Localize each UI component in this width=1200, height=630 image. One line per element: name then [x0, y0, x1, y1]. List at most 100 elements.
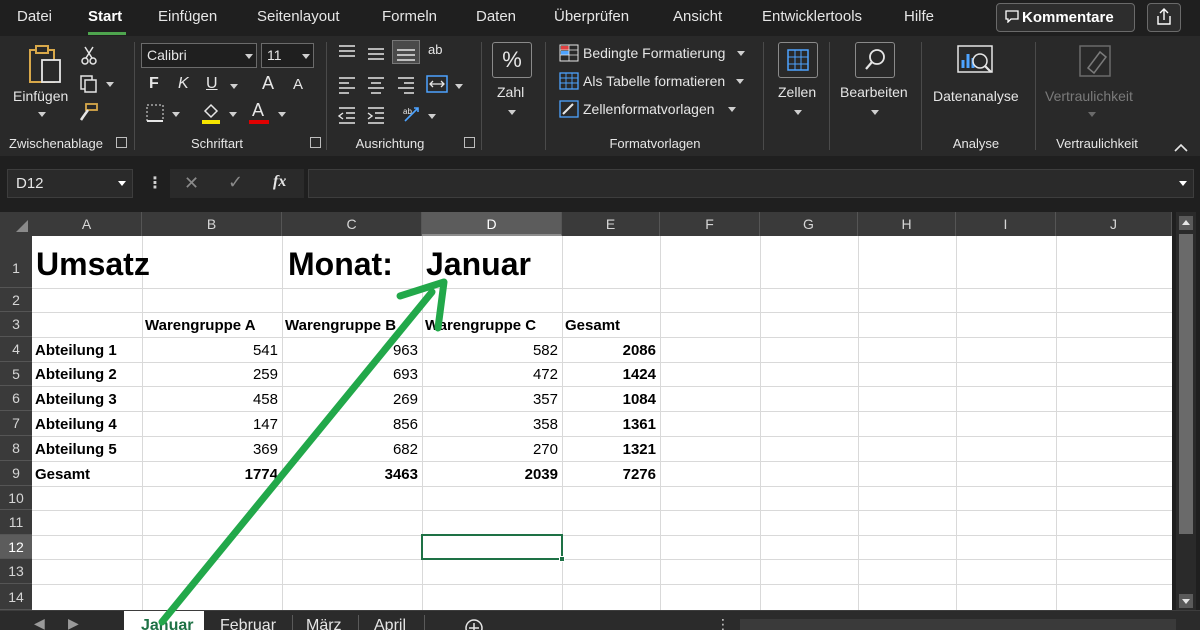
value-cell[interactable]: 2086: [562, 342, 656, 359]
column-header-a[interactable]: A: [32, 212, 142, 236]
month-label-cell[interactable]: Monat:: [288, 246, 393, 283]
underline-dropdown-caret[interactable]: [230, 84, 238, 89]
tab-april[interactable]: April: [374, 617, 406, 630]
menu-start[interactable]: Start: [88, 8, 122, 25]
more-options-icon[interactable]: ⋮: [147, 173, 163, 193]
row-header-14[interactable]: 14: [0, 584, 32, 610]
menu-datei[interactable]: Datei: [17, 8, 52, 25]
column-heading-cell[interactable]: Gesamt: [565, 317, 620, 334]
data-analysis-label[interactable]: Datenanalyse: [933, 88, 1019, 104]
tab-februar[interactable]: Februar: [220, 617, 276, 630]
row-header-10[interactable]: 10: [0, 486, 32, 510]
fill-color-button[interactable]: [200, 102, 222, 129]
font-size-select[interactable]: 11: [261, 43, 314, 68]
column-header-d[interactable]: D: [422, 212, 562, 236]
bold-button[interactable]: F: [149, 75, 159, 93]
value-cell[interactable]: 147: [142, 416, 278, 433]
menu-formeln[interactable]: Formeln: [382, 8, 437, 25]
row-label-cell[interactable]: Abteilung 1: [35, 342, 117, 359]
row-label-cell[interactable]: Abteilung 2: [35, 366, 117, 383]
column-header-b[interactable]: B: [142, 212, 282, 236]
align-middle-button[interactable]: [366, 44, 386, 67]
menu-ansicht[interactable]: Ansicht: [673, 8, 722, 25]
comments-button[interactable]: Kommentare: [996, 3, 1135, 32]
row-header-1[interactable]: 1: [0, 236, 32, 288]
value-cell[interactable]: 358: [422, 416, 558, 433]
grow-font-button[interactable]: A: [262, 73, 274, 94]
value-cell[interactable]: 1424: [562, 366, 656, 383]
menu-seitenlayout[interactable]: Seitenlayout: [257, 8, 340, 25]
name-box[interactable]: D12: [7, 169, 133, 198]
column-header-f[interactable]: F: [660, 212, 760, 236]
merge-dropdown-caret[interactable]: [455, 84, 463, 89]
align-center-button[interactable]: [366, 76, 386, 99]
borders-dropdown-caret[interactable]: [172, 112, 180, 117]
editing-label[interactable]: Bearbeiten: [840, 84, 908, 100]
vertical-scrollbar[interactable]: [1176, 212, 1196, 610]
select-all-button[interactable]: [0, 212, 32, 236]
value-cell[interactable]: 472: [422, 366, 558, 383]
value-cell[interactable]: 357: [422, 391, 558, 408]
row-header-12[interactable]: 12: [0, 535, 32, 559]
value-cell[interactable]: 693: [282, 366, 418, 383]
value-cell[interactable]: 541: [142, 342, 278, 359]
title-cell[interactable]: Umsatz: [36, 246, 150, 283]
row-header-5[interactable]: 5: [0, 362, 32, 386]
column-header-j[interactable]: J: [1056, 212, 1172, 236]
total-value-cell[interactable]: 3463: [282, 466, 418, 483]
fill-color-dropdown-caret[interactable]: [229, 112, 237, 117]
month-value-cell[interactable]: Januar: [426, 246, 531, 283]
column-heading-cell[interactable]: Warengruppe B: [285, 317, 396, 334]
value-cell[interactable]: 582: [422, 342, 558, 359]
align-top-button[interactable]: [337, 44, 357, 67]
row-header-7[interactable]: 7: [0, 411, 32, 436]
cell-styles-label[interactable]: Zellenformatvorlagen: [583, 101, 715, 117]
font-color-dropdown-caret[interactable]: [278, 112, 286, 117]
borders-button[interactable]: [146, 104, 164, 127]
scroll-thumb[interactable]: [1179, 234, 1193, 534]
value-cell[interactable]: 458: [142, 391, 278, 408]
tab-scroll-right-icon[interactable]: ▶: [68, 615, 79, 630]
collapse-ribbon-button[interactable]: [1174, 139, 1188, 157]
data-analysis-button[interactable]: [956, 42, 996, 82]
paste-dropdown-caret[interactable]: [38, 112, 46, 117]
value-cell[interactable]: 856: [282, 416, 418, 433]
merge-center-button[interactable]: [426, 74, 448, 99]
format-as-table-label[interactable]: Als Tabelle formatieren: [583, 73, 725, 89]
row-header-3[interactable]: 3: [0, 312, 32, 337]
row-header-11[interactable]: 11: [0, 510, 32, 535]
fill-handle[interactable]: [559, 556, 565, 562]
insert-function-button[interactable]: fx: [273, 173, 286, 191]
format-as-table-button[interactable]: [559, 72, 579, 95]
number-label[interactable]: Zahl: [497, 84, 524, 100]
cells-label[interactable]: Zellen: [778, 84, 816, 100]
column-heading-cell[interactable]: Warengruppe C: [425, 317, 536, 334]
wrap-text-button[interactable]: ab: [428, 42, 442, 57]
cells-dropdown-caret[interactable]: [794, 110, 802, 115]
active-cell-d12[interactable]: [421, 534, 563, 560]
value-cell[interactable]: 1321: [562, 441, 656, 458]
tab-scroll-left-icon[interactable]: ◀: [34, 615, 45, 630]
menu-hilfe[interactable]: Hilfe: [904, 8, 934, 25]
total-value-cell[interactable]: 2039: [422, 466, 558, 483]
value-cell[interactable]: 259: [142, 366, 278, 383]
tab-maerz[interactable]: März: [306, 617, 342, 630]
increase-indent-button[interactable]: [366, 106, 386, 129]
orientation-dropdown-caret[interactable]: [428, 114, 436, 119]
number-dropdown-caret[interactable]: [508, 110, 516, 115]
orientation-button[interactable]: ab: [402, 104, 424, 129]
add-sheet-button[interactable]: [464, 618, 484, 630]
cell-styles-button[interactable]: [559, 100, 579, 123]
value-cell[interactable]: 369: [142, 441, 278, 458]
more-tabs-icon[interactable]: ⋮: [716, 616, 730, 630]
align-bottom-button[interactable]: [392, 40, 420, 64]
format-painter-button[interactable]: [79, 102, 99, 127]
row-header-2[interactable]: 2: [0, 288, 32, 312]
menu-ueberpruefen[interactable]: Überprüfen: [554, 8, 629, 25]
tab-januar[interactable]: Januar: [141, 617, 193, 630]
total-value-cell[interactable]: 7276: [562, 466, 656, 483]
total-label-cell[interactable]: Gesamt: [35, 466, 90, 483]
column-header-i[interactable]: I: [956, 212, 1056, 236]
copy-dropdown-caret[interactable]: [106, 82, 114, 87]
value-cell[interactable]: 1084: [562, 391, 656, 408]
